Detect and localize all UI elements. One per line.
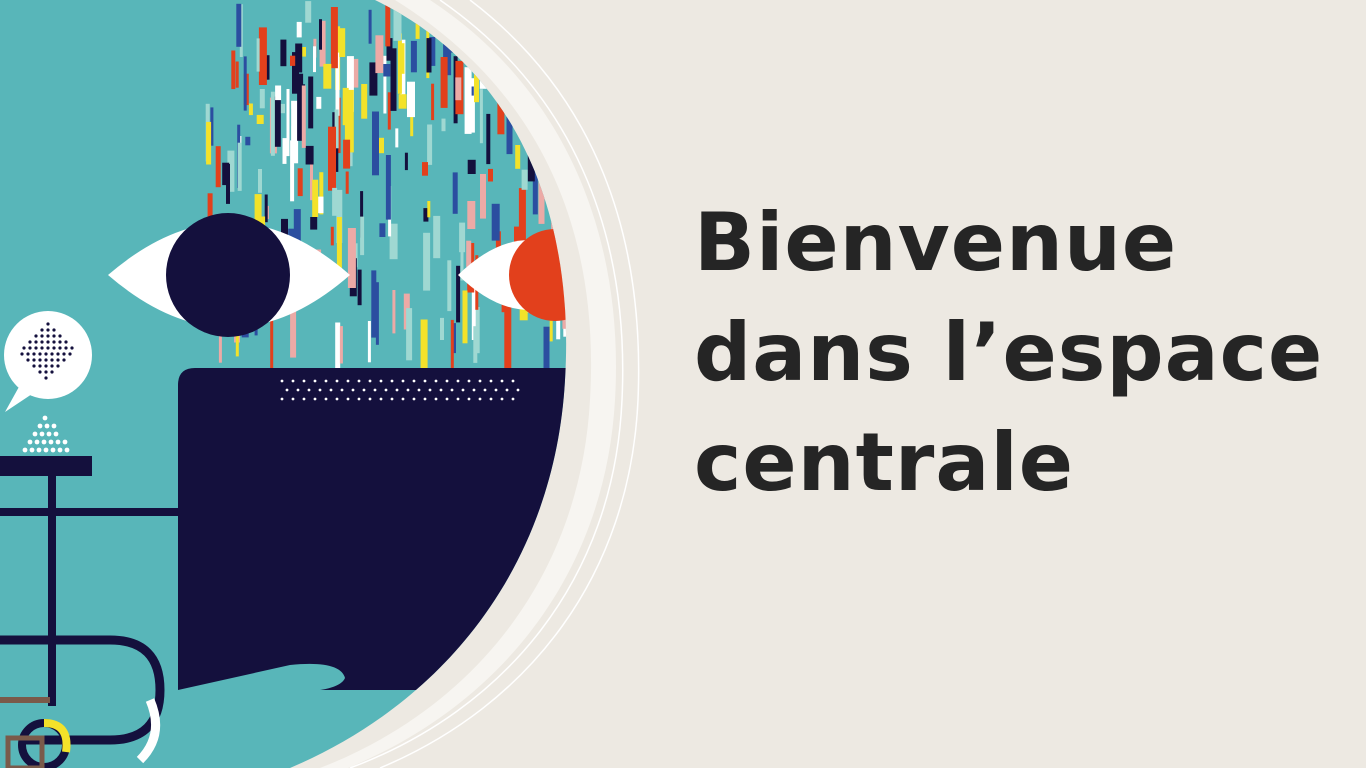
- title-line-3: centrale: [694, 416, 1074, 509]
- slide-title: Bienvenue dans l’espace centrale: [694, 188, 1334, 518]
- title-line-2: dans l’espace: [694, 306, 1324, 399]
- slide: Bienvenue dans l’espace centrale: [0, 0, 1366, 768]
- desk-shape: [0, 456, 92, 476]
- title-line-1: Bienvenue: [694, 196, 1178, 289]
- head-shape: [178, 368, 567, 690]
